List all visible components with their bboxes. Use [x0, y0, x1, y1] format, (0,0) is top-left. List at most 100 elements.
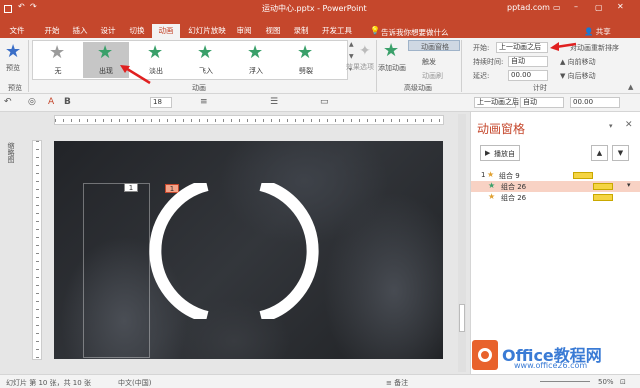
- tab-6[interactable]: 幻灯片放映: [186, 24, 228, 38]
- move-earlier-button[interactable]: ▲ 向前移动: [560, 57, 596, 67]
- timeline-bar[interactable]: [593, 194, 613, 201]
- item-dropdown-icon[interactable]: ▾: [627, 181, 631, 189]
- play-from-button[interactable]: ▶ 播放自: [480, 145, 520, 161]
- notes-button[interactable]: ≡ 备注: [386, 378, 408, 388]
- start-select[interactable]: 上一动画之后: [496, 42, 548, 53]
- font-size-input[interactable]: 18: [150, 97, 172, 108]
- slide-canvas[interactable]: 1 1: [54, 141, 443, 359]
- pane-dropdown-icon[interactable]: ▾: [609, 122, 613, 130]
- duration-input[interactable]: 自动: [508, 56, 548, 67]
- search-hint[interactable]: 告诉我你想要做什么: [381, 27, 449, 38]
- animation-list-item[interactable]: 1 ★ 组合 9: [471, 170, 640, 181]
- collapse-ribbon-icon[interactable]: ▲: [628, 83, 633, 91]
- save-icon[interactable]: [4, 5, 12, 13]
- tab-1[interactable]: 开始: [42, 24, 62, 38]
- gallery-star-icon: ★: [247, 42, 264, 63]
- play-icon: ▶: [485, 149, 491, 157]
- font-color-icon[interactable]: A: [48, 97, 54, 107]
- annotation-arrow-left: [120, 65, 151, 85]
- vertical-scrollbar[interactable]: [458, 114, 466, 372]
- paint-icon[interactable]: ◎: [28, 97, 36, 107]
- effect-star-icon: ★: [487, 170, 495, 179]
- zoom-level[interactable]: 50%: [598, 378, 614, 386]
- format-toolbar: ↶ ◎ A B 18 ≡ ☰ ▭ 上一动画之后 自动 00.00: [0, 94, 640, 112]
- gallery-item-4[interactable]: ★ 浮入: [233, 42, 279, 78]
- undo-icon[interactable]: ↶: [18, 2, 25, 11]
- add-animation-icon[interactable]: ★: [383, 42, 399, 60]
- tab-10[interactable]: 开发工具: [318, 24, 356, 38]
- fit-icon[interactable]: ⊡: [620, 378, 626, 386]
- duration-label: 持续时间:: [473, 58, 504, 66]
- line-spacing-icon[interactable]: ≡: [200, 97, 208, 107]
- animation-group-label: 动画: [192, 84, 206, 92]
- anim-badge-1: 1: [124, 183, 138, 192]
- gallery-star-icon: ★: [49, 42, 66, 63]
- animation-list-item[interactable]: ★ 组合 26: [471, 192, 640, 203]
- tab-5[interactable]: 动画: [152, 24, 180, 38]
- undo-icon[interactable]: ↶: [4, 97, 12, 107]
- qbar-duration-input[interactable]: 自动: [520, 97, 564, 108]
- move-later-button[interactable]: ▼ 向后移动: [560, 71, 596, 81]
- gallery-scroll-down-icon[interactable]: ▼: [349, 53, 354, 60]
- tab-0[interactable]: 文件: [6, 24, 28, 38]
- anim-pane-button[interactable]: 动画窗格: [408, 40, 460, 51]
- add-animation-label[interactable]: 添加动画: [378, 63, 406, 73]
- move-later-label: 向后移动: [567, 72, 596, 80]
- anim-painter-label[interactable]: 动画刷: [422, 71, 443, 81]
- group-9-box[interactable]: [83, 183, 150, 358]
- gallery-item-3[interactable]: ★ 飞入: [183, 42, 229, 78]
- gallery-scroll-up-icon[interactable]: ▲: [349, 41, 354, 48]
- item-label: 组合 26: [501, 194, 527, 202]
- item-number: 1: [481, 171, 486, 179]
- pane-close-icon[interactable]: ✕: [625, 120, 633, 130]
- qbar-start-select[interactable]: 上一动画之后: [474, 97, 519, 108]
- maximize-icon[interactable]: ▢: [595, 3, 603, 12]
- timeline-bar[interactable]: [573, 172, 593, 179]
- qbar-delay-input[interactable]: 00.00: [570, 97, 620, 108]
- effect-options-label[interactable]: 效果选项: [346, 62, 374, 72]
- close-icon[interactable]: ✕: [617, 2, 624, 11]
- gallery-star-icon: ★: [147, 42, 164, 63]
- preview-button-label[interactable]: 预览: [6, 63, 20, 73]
- redo-icon[interactable]: ↷: [30, 2, 37, 11]
- language-status[interactable]: 中文(中国): [118, 378, 151, 388]
- tab-3[interactable]: 设计: [98, 24, 118, 38]
- move-up-button[interactable]: ▲: [591, 145, 608, 161]
- tab-7[interactable]: 审阅: [233, 24, 255, 38]
- annotation-arrow-right: [550, 42, 577, 51]
- tab-9[interactable]: 录制: [290, 24, 312, 38]
- gallery-item-0[interactable]: ★ 无: [35, 42, 81, 78]
- zoom-slider[interactable]: [540, 381, 590, 382]
- timing-group-label: 计时: [533, 84, 547, 92]
- move-earlier-label: 向前移动: [567, 58, 596, 66]
- effect-options-icon[interactable]: ✦: [359, 42, 371, 60]
- advanced-group-label: 高级动画: [404, 84, 432, 92]
- preview-star-icon[interactable]: ★: [5, 43, 21, 61]
- bracket-shape[interactable]: [149, 183, 319, 319]
- minimize-icon[interactable]: –: [574, 2, 578, 11]
- tab-8[interactable]: 视图: [262, 24, 284, 38]
- animation-pane: 动画窗格 ▾ ✕ ▶ 播放自 ▲ ▼ 1 ★ 组合 9 ★ 组合 26 ▾ ★ 组合 26: [470, 112, 640, 374]
- delay-input[interactable]: 00.00: [508, 70, 548, 81]
- animation-list-item[interactable]: ★ 组合 26 ▾: [471, 181, 640, 192]
- gallery-star-icon: ★: [297, 42, 314, 63]
- shape-icon[interactable]: ▭: [320, 97, 329, 107]
- effect-star-icon: ★: [488, 192, 496, 201]
- gallery-item-5[interactable]: ★ 劈裂: [283, 42, 329, 78]
- tab-2[interactable]: 插入: [70, 24, 90, 38]
- gallery-star-icon: ★: [197, 42, 214, 63]
- notes-icon: ≡: [386, 379, 392, 387]
- share-button[interactable]: 👤 共享: [584, 26, 611, 37]
- thumbnail-sidebar-label[interactable]: 缩略图: [6, 142, 16, 163]
- user-name[interactable]: pptad.com: [507, 3, 550, 12]
- start-label: 开始:: [473, 44, 490, 52]
- align-icon[interactable]: ☰: [270, 97, 278, 107]
- move-down-button[interactable]: ▼: [612, 145, 629, 161]
- slide-info: 幻灯片 第 10 张，共 10 张: [6, 379, 91, 387]
- timeline-bar[interactable]: [593, 183, 613, 190]
- bold-icon[interactable]: B: [64, 97, 71, 107]
- tab-4[interactable]: 切换: [127, 24, 147, 38]
- watermark-logo: [472, 340, 498, 370]
- ribbon-display-icon[interactable]: ▭: [553, 3, 561, 12]
- trigger-label[interactable]: 触发: [422, 57, 436, 67]
